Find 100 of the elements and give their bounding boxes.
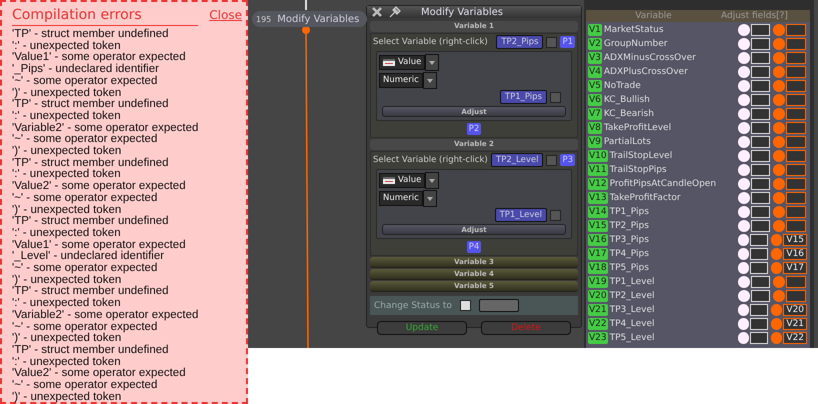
input-dot-icon[interactable] xyxy=(738,318,750,330)
output-dot-icon[interactable] xyxy=(771,262,782,274)
link-field[interactable] xyxy=(786,94,806,106)
input-dot-icon[interactable] xyxy=(738,290,750,302)
variable-name[interactable]: TrailStopPips xyxy=(610,165,738,175)
input-dot-icon[interactable] xyxy=(738,150,750,162)
output-dot-icon[interactable] xyxy=(773,220,785,232)
link-field[interactable]: V20 xyxy=(783,304,807,316)
variable-name[interactable]: TrailStopLevel xyxy=(610,151,738,161)
variable-tag[interactable]: TP2_Pips xyxy=(496,35,544,49)
link-field[interactable] xyxy=(786,52,806,64)
output-dot-icon[interactable] xyxy=(773,94,785,106)
node-pill[interactable]: 195 Modify Variables xyxy=(252,11,368,27)
output-dot-icon[interactable] xyxy=(773,108,785,120)
output-dot-icon[interactable] xyxy=(771,318,782,330)
link-field[interactable] xyxy=(786,164,806,176)
input-dot-icon[interactable] xyxy=(738,52,750,64)
adjust-field[interactable] xyxy=(751,150,770,162)
variable-name[interactable]: TP3_Level xyxy=(610,305,738,315)
adjust-field[interactable] xyxy=(751,94,770,106)
variable-name[interactable]: TP4_Pips xyxy=(610,249,738,259)
variable-name[interactable]: TP5_Pips xyxy=(610,263,738,273)
variable-name[interactable]: TP2_Pips xyxy=(610,221,738,231)
adjust-field[interactable] xyxy=(751,24,770,36)
adjust-field[interactable] xyxy=(750,234,768,246)
adjust-field[interactable] xyxy=(750,304,768,316)
link-field[interactable] xyxy=(786,178,806,190)
input-dot-icon[interactable] xyxy=(738,248,750,260)
checkbox[interactable] xyxy=(550,210,561,220)
output-dot-icon[interactable] xyxy=(773,66,785,78)
link-field[interactable] xyxy=(786,150,806,162)
type-dropdown[interactable]: Value xyxy=(379,55,426,70)
link-field[interactable]: V15 xyxy=(783,234,807,246)
input-dot-icon[interactable] xyxy=(738,66,750,78)
adjust-field[interactable] xyxy=(751,290,770,302)
adjust-field[interactable] xyxy=(750,248,768,260)
variable-name[interactable]: TP3_Pips xyxy=(610,235,738,245)
output-dot-icon[interactable] xyxy=(773,290,785,302)
link-field[interactable]: V16 xyxy=(783,248,807,260)
link-field[interactable] xyxy=(786,80,806,92)
variable-name[interactable]: TP5_Level xyxy=(610,333,738,343)
link-field[interactable] xyxy=(786,24,806,36)
adjust-field[interactable] xyxy=(751,178,770,190)
link-field[interactable] xyxy=(786,206,806,218)
close-link[interactable]: Close xyxy=(209,8,242,22)
output-dot-icon[interactable] xyxy=(773,52,785,64)
variable-name[interactable]: PartialLots xyxy=(604,137,738,147)
output-dot-icon[interactable] xyxy=(773,178,785,190)
output-dot-icon[interactable] xyxy=(771,332,782,344)
link-field[interactable] xyxy=(786,38,806,50)
variable-name[interactable]: MarketStatus xyxy=(604,25,738,35)
output-dot-icon[interactable] xyxy=(773,276,785,288)
adjust-field[interactable] xyxy=(751,206,770,218)
input-dot-icon[interactable] xyxy=(738,94,750,106)
link-field[interactable]: V21 xyxy=(783,318,807,330)
input-dot-icon[interactable] xyxy=(738,276,750,288)
input-dot-icon[interactable] xyxy=(738,262,750,274)
input-dot-icon[interactable] xyxy=(738,234,750,246)
link-field[interactable] xyxy=(786,136,806,148)
output-dot-icon[interactable] xyxy=(773,80,785,92)
output-dot-icon[interactable] xyxy=(771,304,782,316)
link-field[interactable]: V17 xyxy=(783,262,807,274)
checkbox[interactable] xyxy=(546,154,558,166)
input-dot-icon[interactable] xyxy=(738,192,750,204)
output-dot-icon[interactable] xyxy=(773,150,785,162)
input-dot-icon[interactable] xyxy=(738,206,750,218)
caret-icon[interactable] xyxy=(425,172,440,189)
input-dot-icon[interactable] xyxy=(738,80,750,92)
variable-name[interactable]: KC_Bullish xyxy=(604,95,738,105)
adjust-field[interactable] xyxy=(751,52,770,64)
variable-name[interactable]: TP1_Level xyxy=(610,277,738,287)
caret-icon[interactable] xyxy=(422,190,437,207)
adjust-field[interactable] xyxy=(751,122,770,134)
output-dot-icon[interactable] xyxy=(773,164,785,176)
link-field[interactable] xyxy=(786,220,806,232)
variable-name[interactable]: ProfitPipsAtCandleOpen xyxy=(610,179,738,189)
adjust-field[interactable] xyxy=(750,318,768,330)
link-field[interactable] xyxy=(786,192,806,204)
variable-name[interactable]: ADXMinusCrossOver xyxy=(604,53,738,63)
format-dropdown[interactable]: Numeric xyxy=(379,191,423,206)
link-field[interactable] xyxy=(786,66,806,78)
adjust-field[interactable] xyxy=(751,66,770,78)
output-dot-icon[interactable] xyxy=(771,248,782,260)
variable-tag[interactable]: TP2_Level xyxy=(491,153,544,167)
variable-name[interactable]: TakeProfitFactor xyxy=(610,193,738,203)
adjust-field[interactable] xyxy=(751,220,770,232)
output-dot-icon[interactable] xyxy=(773,38,785,50)
adjust-field[interactable] xyxy=(750,332,768,344)
variable-name[interactable]: TP2_Level xyxy=(610,291,738,301)
format-dropdown[interactable]: Numeric xyxy=(379,73,423,88)
input-dot-icon[interactable] xyxy=(738,108,750,120)
caret-icon[interactable] xyxy=(425,54,440,71)
link-field[interactable] xyxy=(786,122,806,134)
link-field[interactable] xyxy=(786,276,806,288)
type-dropdown[interactable]: Value xyxy=(379,173,426,188)
input-dot-icon[interactable] xyxy=(738,24,750,36)
adjust-field[interactable] xyxy=(751,108,770,120)
adjust-field[interactable] xyxy=(751,276,770,288)
variable-name[interactable]: NoTrade xyxy=(604,81,738,91)
adjust-field[interactable] xyxy=(751,38,770,50)
